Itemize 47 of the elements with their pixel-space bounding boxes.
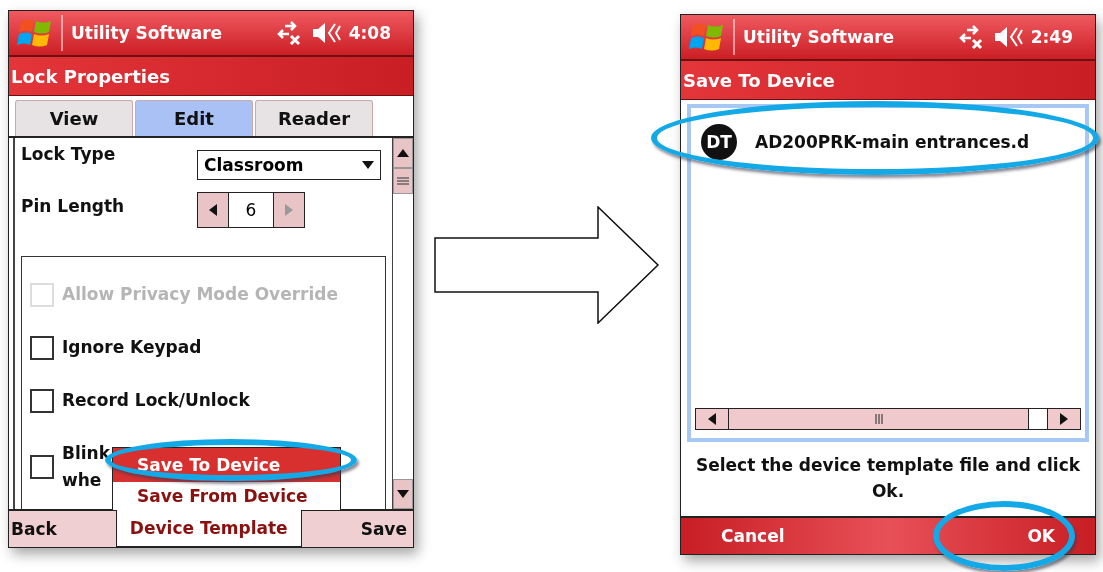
tab[interactable]: Edit — [135, 100, 253, 136]
clock-time: 4:08 — [348, 23, 391, 43]
clock-time: 2:49 — [1030, 27, 1073, 47]
field-label: Lock Type — [21, 144, 117, 164]
dropdown-caret-icon — [362, 161, 374, 169]
scroll-right-icon — [1060, 413, 1068, 425]
file-row[interactable]: DT AD200PRK-main entrances.d — [691, 108, 1085, 164]
app-title: Utility Software — [71, 23, 224, 43]
option-label: Record Lock/Unlock — [62, 389, 250, 412]
scroll-left-icon — [708, 413, 716, 425]
option-label: Blink whe — [62, 442, 111, 492]
pin-length-spinner[interactable]: 6 — [197, 192, 305, 228]
scroll-up-icon — [397, 149, 409, 157]
app-title: Utility Software — [743, 27, 896, 47]
scroll-thumb[interactable] — [393, 168, 413, 194]
flag-logo-icon — [689, 22, 725, 52]
tab[interactable]: Reader — [255, 100, 373, 136]
cancel-softkey[interactable]: Cancel — [683, 526, 785, 546]
screen-title: Save To Device — [681, 59, 1095, 100]
flag-logo-icon — [17, 18, 53, 48]
checkbox[interactable] — [30, 455, 54, 479]
scroll-down-button[interactable] — [393, 479, 413, 509]
menu-softkey[interactable]: Device Template — [115, 509, 302, 547]
checkbox[interactable] — [30, 335, 54, 360]
lock-type-dropdown[interactable]: Classroom — [197, 150, 381, 180]
scroll-down-icon — [397, 490, 409, 498]
ok-softkey[interactable]: OK — [1027, 526, 1095, 546]
scroll-up-button[interactable] — [393, 138, 413, 168]
grip-icon — [874, 414, 883, 424]
field-label: Pin Length — [21, 196, 126, 216]
option-label: Allow Privacy Mode Override — [62, 283, 338, 306]
screen-title: Lock Properties — [9, 55, 413, 96]
option-label: Ignore Keypad — [62, 336, 202, 359]
file-name: AD200PRK-main entrances.d — [755, 132, 1030, 152]
file-type-icon: DT — [701, 124, 737, 160]
save-softkey[interactable]: Save — [360, 519, 413, 539]
back-softkey[interactable]: Back — [11, 519, 57, 539]
checkbox[interactable] — [30, 388, 54, 413]
tab[interactable]: View — [15, 100, 133, 136]
speaker-icon[interactable] — [310, 21, 341, 45]
scroll-thumb[interactable] — [1028, 409, 1047, 429]
vertical-scrollbar[interactable] — [392, 138, 413, 509]
decrease-arrow-icon — [209, 204, 217, 216]
increase-arrow-icon — [285, 204, 293, 216]
instruction-text: Select the device template file and click Ok. — [694, 454, 1082, 503]
horizontal-scrollbar[interactable] — [695, 408, 1081, 430]
speaker-icon[interactable] — [992, 25, 1023, 49]
